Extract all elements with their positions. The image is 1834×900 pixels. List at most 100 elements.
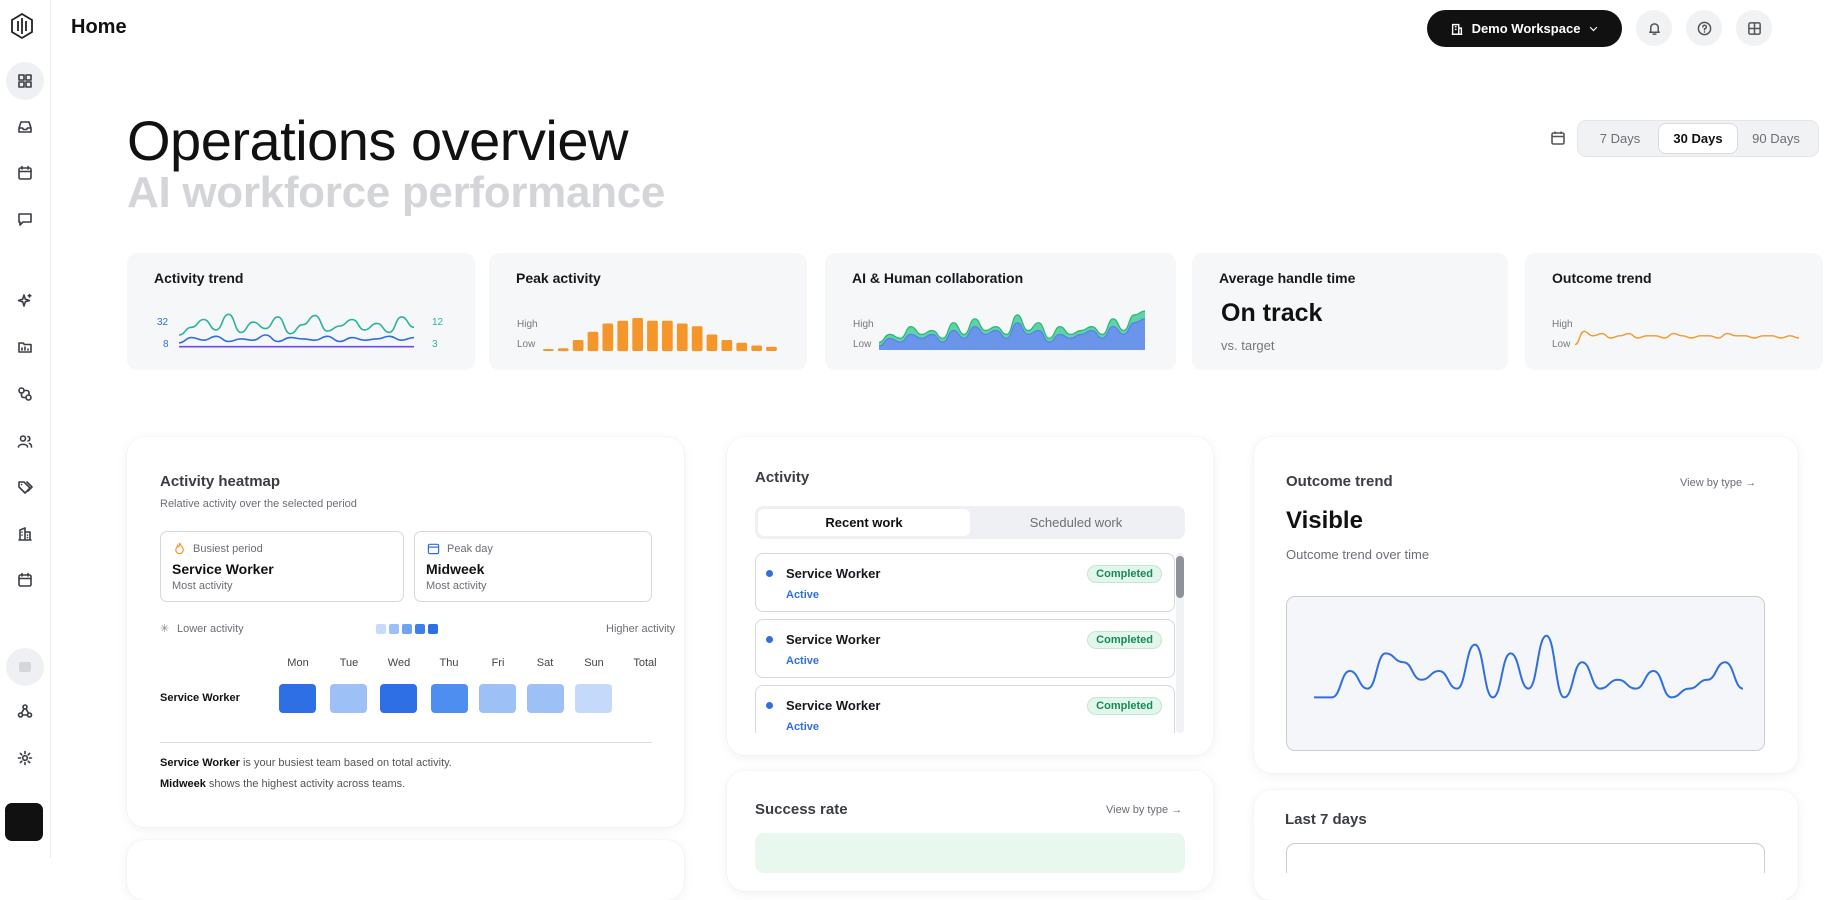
heatmap-cell[interactable] — [431, 684, 468, 713]
bar — [706, 334, 718, 351]
sidebar-item-integrations[interactable] — [6, 692, 44, 730]
grid-icon — [18, 74, 32, 88]
sidebar-item-inbox[interactable] — [6, 108, 44, 146]
window-icon — [19, 662, 31, 672]
day-label: Total — [633, 657, 657, 669]
outcome-chart-frame — [1286, 596, 1765, 751]
kpi-caption: vs. target — [1221, 338, 1275, 353]
sidebar-item-users[interactable] — [6, 422, 44, 460]
tab-recent-work[interactable]: Recent work — [758, 509, 970, 536]
range-option-7-days[interactable]: 7 Days — [1581, 124, 1659, 153]
sidebar-item-schedule[interactable] — [6, 561, 44, 599]
peak-activity-chart: High Low — [517, 318, 777, 352]
range-option-30-days[interactable]: 30 Days — [1659, 124, 1737, 153]
axis-label-high: High — [1552, 319, 1573, 330]
list-item[interactable]: Service Worker Active Completed — [755, 685, 1175, 733]
sidebar-item-ai[interactable] — [6, 282, 44, 320]
outcome-trend-chart — [1313, 634, 1744, 699]
status-badge: Completed — [1087, 631, 1162, 649]
bar — [602, 323, 614, 351]
scrollbar-thumb[interactable] — [1176, 556, 1184, 598]
divider — [160, 742, 652, 743]
heatmap-cell[interactable] — [380, 684, 417, 713]
axis-label-high: High — [517, 319, 538, 330]
axis-label-low: Low — [853, 339, 872, 350]
bar — [766, 346, 777, 351]
status-dot — [766, 702, 773, 709]
heatmap-cell[interactable] — [279, 684, 316, 713]
status-dot — [766, 636, 773, 643]
bar — [617, 320, 629, 352]
tick-label-left-bottom: 8 — [163, 339, 169, 350]
kpi-peak-activity[interactable]: Peak activity High Low — [489, 253, 807, 370]
activity-trend-chart: 32 8 12 3 — [157, 313, 444, 350]
help-button[interactable] — [1686, 10, 1722, 46]
view-by-type-link[interactable]: View by type → — [1106, 804, 1182, 816]
sidebar-item-dashboard[interactable] — [6, 62, 44, 100]
note-text: is your busiest team based on total acti… — [239, 757, 452, 769]
collaboration-chart: High Low — [853, 310, 1146, 350]
bell-icon — [1648, 22, 1660, 35]
day-label: Sat — [536, 657, 554, 669]
bar — [736, 342, 748, 352]
range-option-90-days[interactable]: 90 Days — [1737, 124, 1815, 153]
activity-list[interactable]: Service Worker Active Completed Service … — [755, 550, 1185, 733]
axis-label-low: Low — [517, 339, 536, 350]
item-status: Active — [786, 589, 820, 601]
building-icon — [18, 527, 32, 541]
box-sub: Most activity — [172, 580, 233, 592]
snowflake-icon: ✳ — [160, 623, 170, 635]
date-range-selector: 7 Days 30 Days 90 Days — [1577, 120, 1819, 157]
inbox-icon — [18, 121, 32, 133]
kpi-collaboration[interactable]: AI & Human collaboration High Low — [825, 253, 1176, 370]
legend-lower-label: Lower activity — [177, 623, 244, 635]
sidebar-item-reports[interactable] — [6, 328, 44, 366]
sidebar-item-settings[interactable] — [6, 739, 44, 777]
last7-chart-frame — [1286, 843, 1765, 873]
activity-tabs: Recent work Scheduled work — [755, 506, 1185, 539]
heatmap-cell[interactable] — [479, 684, 516, 713]
box-value: Midweek — [426, 561, 485, 577]
kpi-activity-trend[interactable]: Activity trend 32 8 12 3 — [127, 253, 475, 370]
apps-button[interactable] — [1736, 10, 1772, 46]
box-sub: Most activity — [426, 580, 487, 592]
workspace-switcher-button[interactable]: Demo Workspace — [1427, 10, 1622, 47]
item-name: Service Worker — [786, 566, 881, 581]
sidebar-item-tags[interactable] — [6, 468, 44, 506]
sidebar-item-placeholder[interactable] — [6, 648, 44, 686]
box-label: Busiest period — [193, 543, 263, 555]
sidebar — [0, 0, 51, 858]
legend-swatch — [402, 624, 412, 634]
sidebar-item-workflows[interactable] — [6, 375, 44, 413]
logo-icon[interactable] — [8, 12, 36, 40]
avatar[interactable] — [5, 803, 43, 841]
list-item[interactable]: Service Worker Active Completed — [755, 619, 1175, 678]
heatmap-legend-scale — [376, 624, 438, 634]
outcome-value: Visible — [1286, 507, 1363, 534]
tab-scheduled-work[interactable]: Scheduled work — [970, 509, 1182, 536]
tick-label-right-bottom: 3 — [432, 339, 438, 350]
sidebar-item-calendar[interactable] — [6, 154, 44, 192]
heatmap-cell[interactable] — [527, 684, 564, 713]
heatmap-cell[interactable] — [575, 684, 612, 713]
legend-higher-label: Higher activity — [606, 623, 676, 635]
view-by-type-link[interactable]: View by type → — [1680, 477, 1756, 489]
folder-chart-icon — [18, 342, 32, 353]
sidebar-item-messages[interactable] — [6, 200, 44, 238]
hero-subtitle: AI workforce performance — [127, 168, 666, 217]
note-text: shows the highest activity across teams. — [205, 778, 406, 790]
kpi-handle-time[interactable]: Average handle time On track vs. target — [1192, 253, 1508, 370]
kpi-value: On track — [1221, 299, 1323, 327]
last7-title: Last 7 days — [1285, 811, 1367, 828]
success-rate-title: Success rate — [755, 801, 848, 818]
item-name: Service Worker — [786, 698, 881, 713]
sidebar-item-organization[interactable] — [6, 515, 44, 553]
day-label: Tue — [339, 657, 359, 669]
layout-icon — [1747, 21, 1761, 35]
kpi-outcome-trend[interactable]: Outcome trend High Low — [1525, 253, 1823, 370]
kpi-title: Average handle time — [1219, 270, 1356, 286]
list-item[interactable]: Service Worker Active Completed — [755, 553, 1175, 612]
heatmap-cell[interactable] — [330, 684, 367, 713]
box-value: Service Worker — [172, 561, 274, 577]
notifications-button[interactable] — [1636, 10, 1672, 46]
